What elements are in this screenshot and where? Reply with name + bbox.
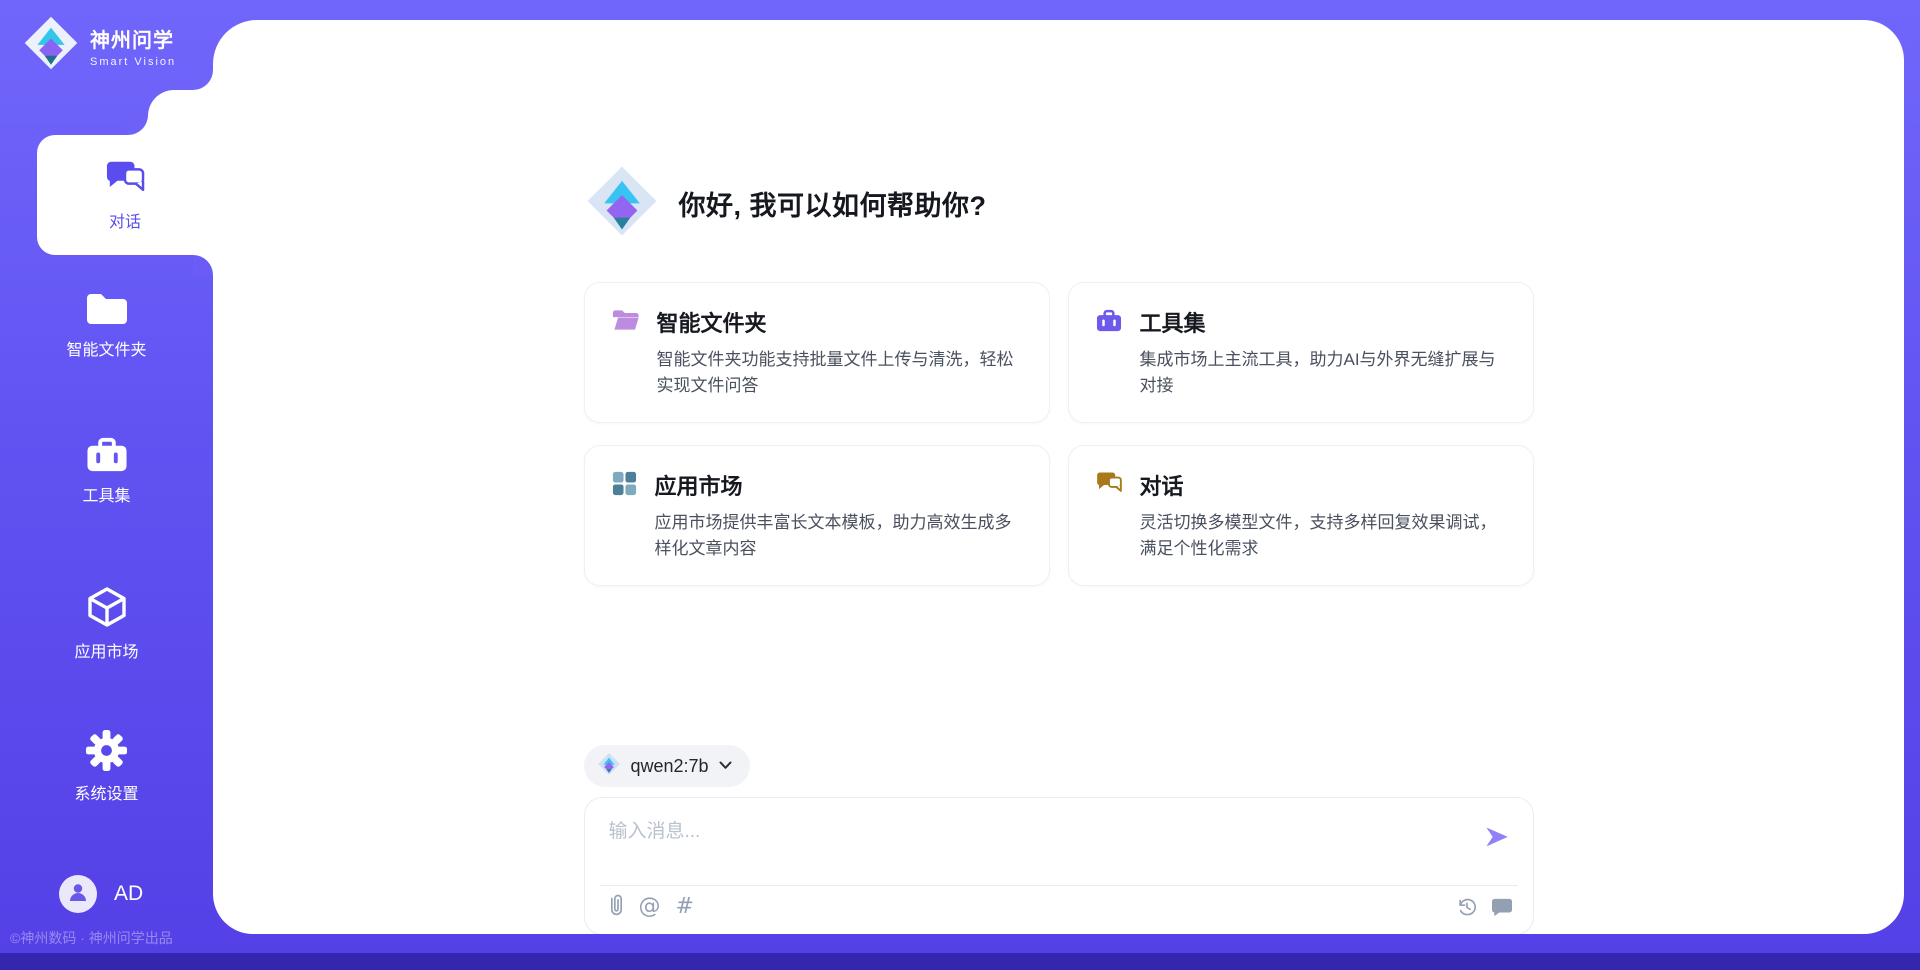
sidebar-item-label: 应用市场 xyxy=(0,638,213,662)
connector-fillet xyxy=(193,70,213,90)
diamond-logo-icon xyxy=(584,163,660,244)
hash-icon: # xyxy=(676,894,694,919)
sidebar-item-label: 对话 xyxy=(109,208,141,232)
toolbox-icon xyxy=(0,433,213,474)
chevron-down-icon xyxy=(719,757,732,775)
app-screen: { "brand": { "name": "神州问学", "subtitle":… xyxy=(0,0,1920,970)
model-selector[interactable]: qwen2:7b xyxy=(584,745,750,787)
sidebar-item-label: 系统设置 xyxy=(0,780,213,804)
send-icon xyxy=(1483,838,1510,853)
feedback-button[interactable] xyxy=(1491,897,1513,920)
greeting: 你好, 我可以如何帮助你? xyxy=(584,163,1534,244)
folder-icon xyxy=(0,291,213,328)
sidebar-item-toolset[interactable]: 工具集 xyxy=(0,433,213,506)
composer: @ # xyxy=(584,797,1534,934)
feedback-icon xyxy=(1491,897,1513,920)
at-icon: @ xyxy=(639,894,661,919)
card-title: 智能文件夹 xyxy=(657,306,1023,338)
chat-bubbles-icon xyxy=(104,158,146,201)
brand-name: 神州问学 xyxy=(90,24,176,53)
chat-icon xyxy=(1095,470,1123,500)
footer-strip xyxy=(0,953,1920,970)
mention-button[interactable]: @ xyxy=(639,894,661,919)
card-title: 对话 xyxy=(1140,469,1507,501)
message-input[interactable] xyxy=(609,816,1449,876)
cube-icon xyxy=(0,584,213,630)
topic-button[interactable]: # xyxy=(676,894,694,919)
card-title: 应用市场 xyxy=(655,469,1023,501)
sidebar: 神州问学 Smart Vision 对话 智能文件夹 xyxy=(0,0,213,970)
diamond-logo-icon xyxy=(22,14,80,77)
history-icon xyxy=(1456,896,1478,921)
folder-open-icon xyxy=(611,307,640,338)
composer-divider xyxy=(600,885,1518,886)
send-button[interactable] xyxy=(1483,823,1511,851)
card-toolset[interactable]: 工具集 集成市场上主流工具，助力AI与外界无缝扩展与对接 xyxy=(1068,282,1534,423)
paperclip-icon xyxy=(609,892,624,921)
grid-icon xyxy=(611,470,638,502)
avatar xyxy=(59,875,97,913)
attach-file-button[interactable] xyxy=(609,892,624,921)
user-initials: AD xyxy=(114,882,143,906)
gear-icon xyxy=(0,729,213,772)
card-smart-folder[interactable]: 智能文件夹 智能文件夹功能支持批量文件上传与清洗，轻松实现文件问答 xyxy=(584,282,1050,423)
history-button[interactable] xyxy=(1456,896,1478,921)
model-name: qwen2:7b xyxy=(631,756,709,777)
card-app-market[interactable]: 应用市场 应用市场提供丰富长文本模板，助力高效生成多样化文章内容 xyxy=(584,445,1050,586)
connector-fillet xyxy=(128,115,148,135)
brand-subtitle: Smart Vision xyxy=(90,56,176,68)
sidebar-item-chat[interactable]: 对话 xyxy=(37,135,213,255)
user-menu[interactable]: AD xyxy=(59,875,143,913)
briefcase-icon xyxy=(1095,307,1123,338)
brand: 神州问学 Smart Vision xyxy=(22,14,176,77)
card-chat[interactable]: 对话 灵活切换多模型文件，支持多样回复效果调试，满足个性化需求 xyxy=(1068,445,1534,586)
card-description: 灵活切换多模型文件，支持多样回复效果调试，满足个性化需求 xyxy=(1140,510,1507,562)
copyright: ©神州数码 · 神州问学出品 xyxy=(10,928,210,948)
sidebar-item-app-market[interactable]: 应用市场 xyxy=(0,584,213,662)
main-panel: 你好, 我可以如何帮助你? 智能文件夹 智能文件夹功能支持批量文件上传与清洗，轻… xyxy=(213,20,1904,934)
sidebar-item-smart-folder[interactable]: 智能文件夹 xyxy=(0,291,213,360)
card-description: 智能文件夹功能支持批量文件上传与清洗，轻松实现文件问答 xyxy=(657,347,1023,399)
user-avatar-icon xyxy=(66,880,90,909)
card-description: 应用市场提供丰富长文本模板，助力高效生成多样化文章内容 xyxy=(655,510,1023,562)
diamond-logo-icon xyxy=(597,752,621,781)
sidebar-item-label: 智能文件夹 xyxy=(0,336,213,360)
feature-cards: 智能文件夹 智能文件夹功能支持批量文件上传与清洗，轻松实现文件问答 工具集 集成… xyxy=(584,282,1534,586)
card-title: 工具集 xyxy=(1140,306,1507,338)
card-description: 集成市场上主流工具，助力AI与外界无缝扩展与对接 xyxy=(1140,347,1507,399)
greeting-text: 你好, 我可以如何帮助你? xyxy=(679,184,987,223)
sidebar-item-settings[interactable]: 系统设置 xyxy=(0,729,213,804)
sidebar-item-label: 工具集 xyxy=(0,482,213,506)
connector-fillet xyxy=(193,255,213,275)
